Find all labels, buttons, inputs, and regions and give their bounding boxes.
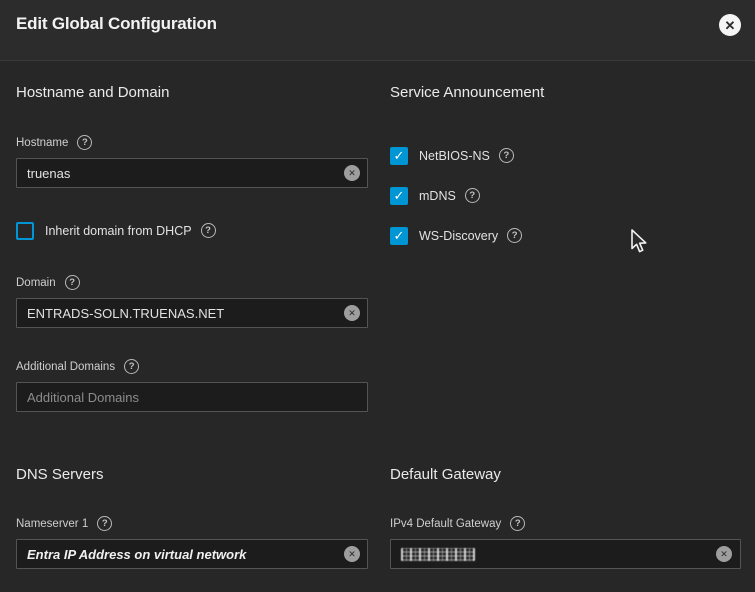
close-icon: ✕ (725, 19, 736, 32)
help-icon[interactable]: ? (507, 228, 522, 243)
mdns-row[interactable]: ✓ mDNS ? (390, 186, 741, 205)
ipv4-gateway-input[interactable]: ✕ (390, 539, 741, 569)
dialog-title: Edit Global Configuration (16, 12, 217, 36)
domain-input-wrap: ✕ (16, 298, 368, 328)
redacted-value (401, 548, 475, 561)
nameserver1-input-wrap: ✕ (16, 539, 368, 569)
ws-discovery-checkbox[interactable]: ✓ (390, 227, 408, 245)
hostname-label: Hostname (16, 137, 68, 149)
help-icon[interactable]: ? (465, 188, 480, 203)
edit-global-configuration-dialog: Edit Global Configuration ✕ Hostname and… (0, 0, 755, 592)
inherit-dhcp-checkbox[interactable]: ✓ (16, 222, 34, 240)
netbios-checkbox[interactable]: ✓ (390, 147, 408, 165)
additional-domains-label-row: Additional Domains ? (16, 359, 368, 374)
nameserver1-input[interactable] (16, 539, 368, 569)
clear-icon[interactable]: ✕ (344, 546, 360, 562)
domain-label-row: Domain ? (16, 275, 368, 290)
section-service-announcement: Service Announcement ✓ NetBIOS-NS ? ✓ mD… (390, 85, 741, 245)
hostname-input[interactable] (16, 158, 368, 188)
section-hostname-and-domain: Hostname and Domain Hostname ? ✕ ✓ Inher… (16, 85, 368, 412)
netbios-row[interactable]: ✓ NetBIOS-NS ? (390, 146, 741, 165)
nameserver1-label-row: Nameserver 1 ? (16, 516, 368, 531)
clear-icon[interactable]: ✕ (344, 305, 360, 321)
hostname-input-wrap: ✕ (16, 158, 368, 188)
domain-label: Domain (16, 277, 56, 289)
hostname-domain-heading: Hostname and Domain (16, 85, 368, 101)
dns-servers-heading: DNS Servers (16, 467, 368, 483)
mdns-label: mDNS (419, 189, 456, 203)
default-gateway-heading: Default Gateway (390, 467, 741, 483)
mdns-checkbox[interactable]: ✓ (390, 187, 408, 205)
help-icon[interactable]: ? (77, 135, 92, 150)
hostname-label-row: Hostname ? (16, 135, 368, 150)
additional-domains-label: Additional Domains (16, 361, 115, 373)
clear-icon[interactable]: ✕ (344, 165, 360, 181)
help-icon[interactable]: ? (201, 223, 216, 238)
inherit-dhcp-row[interactable]: ✓ Inherit domain from DHCP ? (16, 221, 368, 240)
close-button[interactable]: ✕ (719, 14, 741, 36)
service-announcement-heading: Service Announcement (390, 85, 741, 101)
ipv4-gateway-label-row: IPv4 Default Gateway ? (390, 516, 741, 531)
section-dns-servers: DNS Servers Nameserver 1 ? ✕ (16, 467, 368, 569)
help-icon[interactable]: ? (499, 148, 514, 163)
help-icon[interactable]: ? (510, 516, 525, 531)
help-icon[interactable]: ? (97, 516, 112, 531)
domain-input[interactable] (16, 298, 368, 328)
section-default-gateway: Default Gateway IPv4 Default Gateway ? ✕ (390, 467, 741, 569)
ws-discovery-label: WS-Discovery (419, 229, 498, 243)
ws-discovery-row[interactable]: ✓ WS-Discovery ? (390, 226, 741, 245)
netbios-label: NetBIOS-NS (419, 149, 490, 163)
help-icon[interactable]: ? (65, 275, 80, 290)
ipv4-gateway-label: IPv4 Default Gateway (390, 518, 501, 530)
additional-domains-input-wrap (16, 382, 368, 412)
clear-icon[interactable]: ✕ (716, 546, 732, 562)
nameserver1-label: Nameserver 1 (16, 518, 88, 530)
inherit-dhcp-label: Inherit domain from DHCP (45, 224, 192, 238)
help-icon[interactable]: ? (124, 359, 139, 374)
dialog-header: Edit Global Configuration ✕ (0, 0, 755, 61)
additional-domains-input[interactable] (16, 382, 368, 412)
